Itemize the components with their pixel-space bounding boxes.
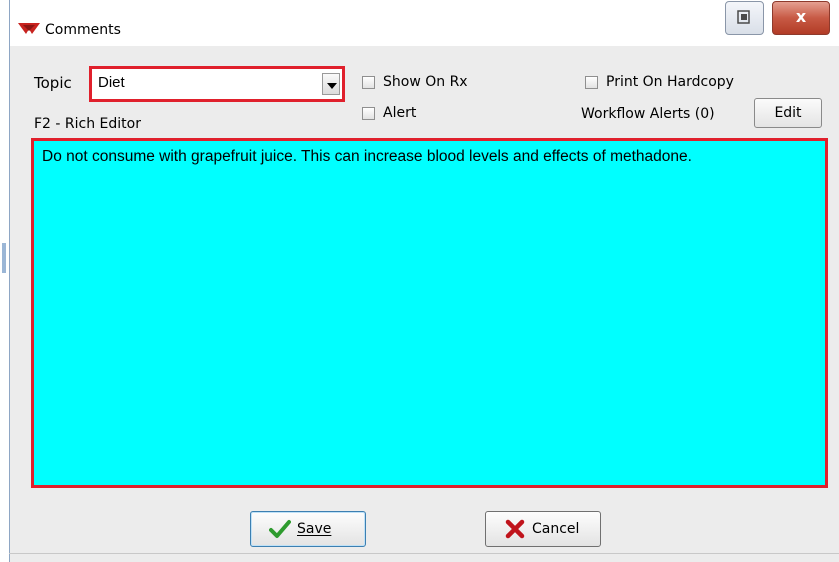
alert-checkbox[interactable] — [362, 107, 375, 120]
alert-label: Alert — [383, 105, 417, 121]
cancel-button[interactable]: Cancel — [485, 511, 601, 547]
topic-dropdown[interactable]: Diet — [89, 66, 345, 102]
restore-button[interactable] — [725, 1, 764, 35]
title-bar: Comments x — [10, 0, 839, 46]
topic-label: Topic — [34, 74, 72, 92]
rich-editor-hint: F2 - Rich Editor — [34, 116, 141, 132]
print-on-hardcopy-label: Print On Hardcopy — [606, 74, 734, 90]
close-button[interactable]: x — [772, 1, 830, 35]
cancel-button-label: Cancel — [532, 521, 580, 537]
comment-text-area[interactable]: Do not consume with grapefruit juice. Th… — [31, 138, 828, 488]
checkmark-icon — [269, 520, 291, 538]
edit-workflow-button[interactable]: Edit — [754, 98, 822, 128]
save-button[interactable]: Save — [250, 511, 366, 547]
print-on-hardcopy-checkbox[interactable] — [585, 76, 598, 89]
save-button-label: Save — [297, 521, 332, 537]
workflow-alerts-label: Workflow Alerts (0) — [581, 106, 715, 122]
show-on-rx-label: Show On Rx — [383, 74, 468, 90]
comments-dialog: Comments x Topic Diet Show On Rx Alert P… — [9, 0, 839, 562]
cancel-x-icon — [505, 519, 525, 539]
app-logo-icon — [18, 23, 40, 34]
chevron-down-icon[interactable] — [322, 73, 340, 95]
show-on-rx-checkbox[interactable] — [362, 76, 375, 89]
divider — [9, 553, 839, 554]
close-icon: x — [795, 7, 807, 26]
window-title: Comments — [45, 22, 121, 38]
background-window-accent — [2, 243, 6, 273]
restore-icon — [737, 10, 750, 24]
topic-selected-value: Diet — [98, 74, 125, 91]
